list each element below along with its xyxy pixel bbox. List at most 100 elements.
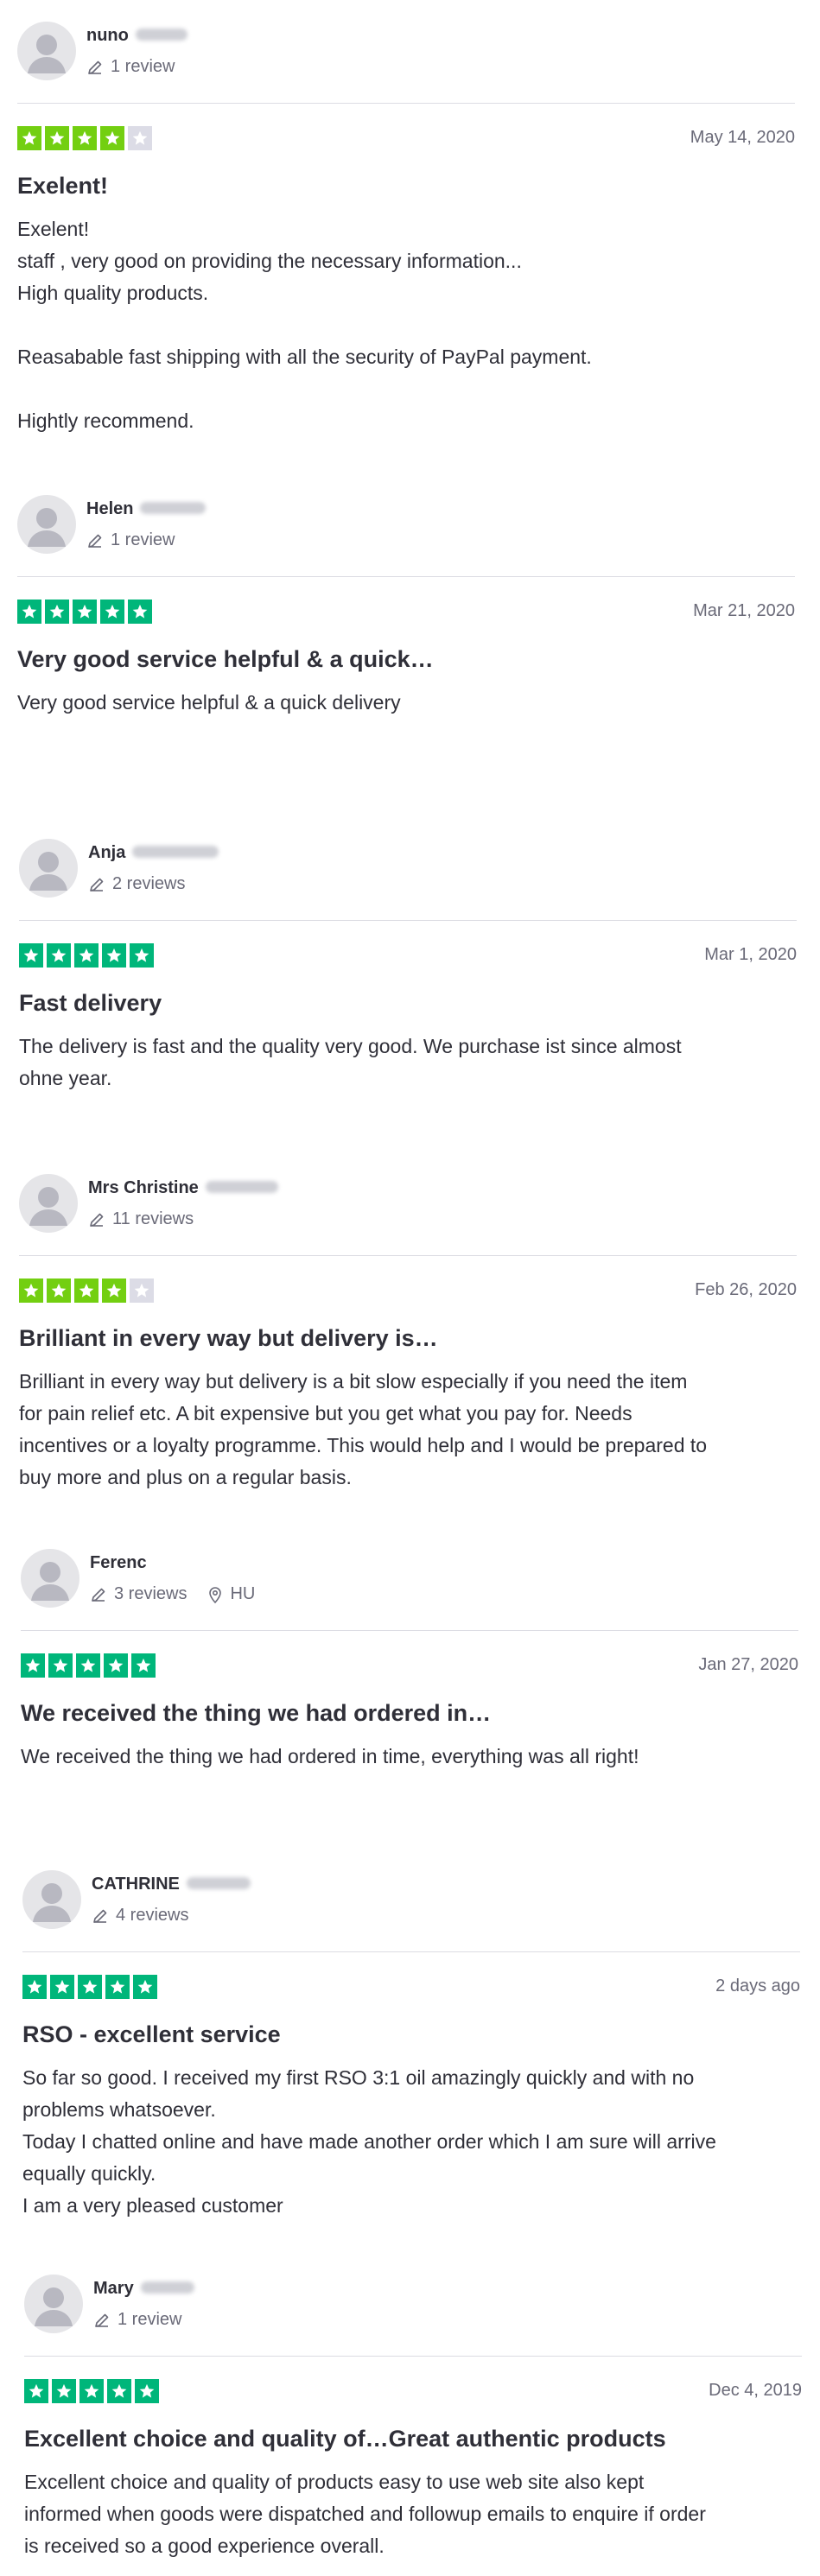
review-card: Anja 2 reviews Mar 1, 2020 Fast delivery The…	[19, 834, 797, 1089]
star-filled-icon	[17, 126, 41, 150]
consumer-info[interactable]: Anja 2 reviews	[19, 834, 797, 912]
review-title[interactable]: Brilliant in every way but delivery is…	[19, 1325, 438, 1352]
consumer-name-text: CATHRINE	[92, 1875, 180, 1894]
review-text-line: Excellent choice and quality of products…	[24, 2471, 645, 2493]
review-body: The delivery is fast and the quality ver…	[19, 1031, 797, 1094]
star-filled-icon	[45, 600, 69, 624]
review-title[interactable]: We received the thing we had ordered in…	[21, 1700, 491, 1727]
consumer-info[interactable]: Ferenc 3 reviews HU	[21, 1545, 798, 1622]
star-filled-icon	[45, 126, 69, 150]
star-filled-icon	[128, 600, 152, 624]
review-title[interactable]: Exelent!	[17, 173, 108, 200]
consumer-name[interactable]: Helen	[86, 499, 207, 519]
star-filled-icon	[78, 1975, 102, 1999]
divider	[21, 1630, 798, 1631]
review-text-line	[17, 309, 795, 341]
review-title[interactable]: RSO - excellent service	[22, 2021, 281, 2048]
consumer-info[interactable]: nuno 1 review	[17, 17, 795, 95]
pencil-icon	[93, 2312, 118, 2329]
pencil-icon	[88, 1211, 112, 1228]
consumer-name[interactable]: Mrs Christine	[88, 1178, 278, 1198]
star-filled-icon	[50, 1975, 74, 1999]
rating-row: Mar 21, 2020	[17, 600, 795, 627]
review-text-line: High quality products.	[17, 282, 209, 304]
review-title[interactable]: Fast delivery	[19, 990, 162, 1017]
review-text-line: I am a very pleased customer	[22, 2194, 283, 2217]
review-count: 4 reviews	[92, 1906, 188, 1926]
review-title[interactable]: Excellent choice and quality of…Great au…	[24, 2426, 666, 2452]
star-filled-icon	[47, 1278, 71, 1303]
star-filled-icon	[104, 1653, 128, 1678]
star-rating	[17, 126, 152, 150]
review-text-line: Exelent!	[17, 218, 90, 240]
divider	[22, 1951, 800, 1952]
review-date: Mar 21, 2020	[693, 601, 795, 620]
user-avatar-icon	[31, 1562, 69, 1601]
star-rating	[24, 2379, 159, 2403]
star-filled-icon	[17, 600, 41, 624]
review-date: 2 days ago	[715, 1976, 800, 1995]
divider	[17, 103, 795, 104]
review-text-line: staff , very good on providing the neces…	[17, 250, 522, 272]
user-avatar-icon	[28, 508, 66, 547]
consumer-name[interactable]: Ferenc	[90, 1553, 147, 1573]
star-filled-icon	[107, 2379, 131, 2403]
review-body: Excellent choice and quality of products…	[24, 2466, 802, 2562]
star-empty-icon	[130, 1278, 154, 1303]
review-count-text: 1 review	[111, 530, 175, 549]
divider	[19, 920, 797, 921]
divider	[24, 2356, 802, 2357]
star-filled-icon	[105, 1975, 130, 1999]
user-avatar-icon	[29, 852, 67, 891]
avatar[interactable]	[24, 2275, 83, 2333]
avatar[interactable]	[17, 495, 76, 554]
review-text-line: informed when goods were dispatched and …	[24, 2503, 706, 2525]
review-text-line: The delivery is fast and the quality ver…	[19, 1035, 682, 1057]
star-filled-icon	[47, 943, 71, 968]
consumer-info[interactable]: Mrs Christine 11 reviews	[19, 1170, 797, 1247]
user-avatar-icon	[35, 2287, 73, 2326]
avatar[interactable]	[19, 1174, 78, 1233]
consumer-name[interactable]: Mary	[93, 2279, 194, 2299]
consumer-name-text: Mary	[93, 2279, 134, 2298]
star-filled-icon	[76, 1653, 100, 1678]
rating-row: 2 days ago	[22, 1975, 800, 2002]
blurred-surname	[132, 845, 219, 858]
avatar[interactable]	[22, 1870, 81, 1929]
location-pin-icon	[207, 1586, 230, 1603]
review-count: 1 review	[86, 57, 175, 77]
review-count: 3 reviews HU	[90, 1584, 255, 1604]
consumer-info[interactable]: Helen 1 review	[17, 491, 795, 568]
review-card: Mrs Christine 11 reviews Feb 26, 2020 Brill…	[19, 1170, 797, 1488]
review-date: Jan 27, 2020	[698, 1655, 798, 1674]
user-avatar-icon	[29, 1187, 67, 1226]
review-text-line	[17, 373, 795, 405]
avatar[interactable]	[21, 1549, 79, 1608]
pencil-icon	[86, 532, 111, 549]
review-card: Ferenc 3 reviews HU Jan 27, 2020 We received…	[21, 1545, 798, 1767]
review-title[interactable]: Very good service helpful & a quick…	[17, 646, 434, 673]
star-filled-icon	[133, 1975, 157, 1999]
review-text-line: incentives or a loyalty programme. This …	[19, 1434, 708, 1456]
avatar[interactable]	[19, 839, 78, 898]
consumer-name-text: Mrs Christine	[88, 1178, 199, 1197]
review-date: May 14, 2020	[690, 128, 795, 147]
consumer-name[interactable]: CATHRINE	[92, 1875, 251, 1894]
consumer-info[interactable]: CATHRINE 4 reviews	[22, 1866, 800, 1944]
pencil-icon	[86, 59, 111, 76]
star-filled-icon	[73, 126, 97, 150]
review-card: Helen 1 review Mar 21, 2020 Very good servi…	[17, 491, 795, 714]
blurred-surname	[140, 2281, 194, 2294]
divider	[17, 576, 795, 577]
consumer-name[interactable]: nuno	[86, 26, 188, 46]
pencil-icon	[88, 876, 112, 893]
review-text-line: equally quickly.	[22, 2162, 156, 2185]
star-filled-icon	[21, 1653, 45, 1678]
avatar[interactable]	[17, 22, 76, 80]
review-count-text: 1 review	[111, 57, 175, 76]
review-text-line: problems whatsoever.	[22, 2098, 216, 2121]
star-filled-icon	[73, 600, 97, 624]
consumer-info[interactable]: Mary 1 review	[24, 2270, 802, 2348]
consumer-name[interactable]: Anja	[88, 843, 219, 863]
location: HU	[207, 1584, 255, 1604]
